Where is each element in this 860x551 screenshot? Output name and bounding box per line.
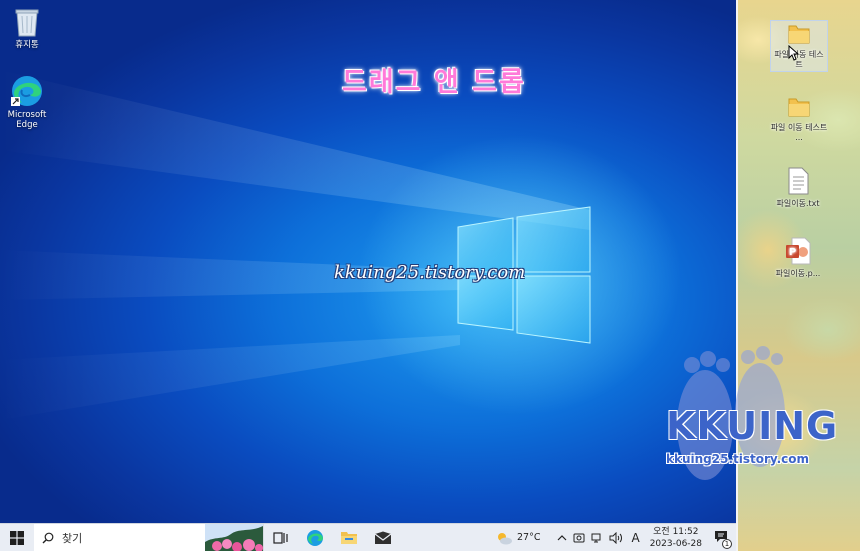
task-view-icon	[273, 531, 288, 544]
brand-name: KKUING	[666, 404, 839, 448]
chevron-up-icon	[558, 534, 567, 540]
right-icon-label: 파일 이동 테스트 ...	[770, 123, 828, 142]
action-center-button[interactable]: 1	[714, 530, 732, 549]
edge-icon	[11, 76, 42, 106]
desktop-icon-label: 휴지통	[15, 40, 39, 50]
right-icon-label: 파일이동.txt	[776, 199, 820, 208]
recycle-bin-icon	[15, 9, 39, 37]
folder-icon	[788, 25, 810, 44]
search-placeholder: 찾기	[62, 531, 83, 545]
desktop-icon-recycle-bin[interactable]: 휴지통	[0, 4, 55, 51]
right-icon-powerpoint-file[interactable]: P 파일이동.p...	[769, 236, 827, 279]
search-icon	[42, 532, 54, 543]
brand-url: kkuing25.tistory.com	[666, 452, 810, 466]
right-icon-folder-2[interactable]: 파일 이동 테스트 ...	[770, 94, 828, 142]
weather-icon	[497, 532, 512, 544]
mouse-cursor-icon	[788, 45, 800, 61]
taskbar-file-explorer[interactable]	[332, 524, 366, 551]
watermark-url: kkuing25.tistory.com	[334, 262, 526, 283]
file-explorer-icon	[341, 531, 357, 544]
system-tray: 27°C A 오전 11:52 2023-06-28 1	[495, 524, 736, 551]
right-icon-text-file[interactable]: 파일이동.txt	[769, 166, 827, 209]
desktop-icon-label: Microsoft Edge	[7, 110, 47, 130]
edge-icon	[307, 529, 323, 546]
network-icon	[591, 533, 601, 542]
start-button[interactable]	[0, 524, 34, 551]
desktop-area[interactable]: 휴지통 Microsoft Edge 드래그 앤 드롭 kkuing25.tis…	[0, 0, 736, 523]
taskbar-search-box[interactable]: 찾기	[34, 523, 264, 551]
taskbar-clock[interactable]: 오전 11:52 2023-06-28	[650, 526, 702, 550]
tray-network[interactable]	[591, 532, 603, 544]
mail-icon	[374, 531, 392, 544]
search-highlight-illustration	[205, 523, 263, 551]
clock-time: 오전 11:52	[653, 526, 699, 537]
overlay-title: 드래그 앤 드롭	[342, 67, 526, 98]
taskbar: 찾기 27°C A 오전 11:52 2023-06-28 1	[0, 523, 736, 551]
clock-date: 2023-06-28	[649, 538, 702, 549]
windows-start-icon	[10, 530, 24, 545]
tray-overflow-button[interactable]	[557, 534, 567, 542]
notification-count: 1	[722, 538, 732, 549]
ime-indicator[interactable]: A	[631, 531, 639, 545]
meet-now-icon	[573, 533, 585, 542]
tray-volume[interactable]	[609, 531, 623, 544]
weather-temperature: 27°C	[516, 532, 541, 543]
right-icon-label: 파일이동.p...	[775, 269, 821, 278]
tray-meet-now[interactable]	[573, 532, 585, 544]
svg-text:P: P	[789, 247, 796, 258]
text-file-icon	[788, 167, 809, 195]
taskbar-mail[interactable]	[366, 524, 400, 551]
folder-icon	[788, 98, 810, 117]
desktop-icon-edge[interactable]: Microsoft Edge	[0, 74, 55, 131]
taskbar-task-view[interactable]	[264, 524, 298, 551]
powerpoint-file-icon: P	[786, 237, 811, 265]
weather-widget[interactable]: 27°C	[495, 531, 540, 545]
volume-icon	[609, 531, 623, 544]
taskbar-edge[interactable]	[298, 524, 332, 551]
